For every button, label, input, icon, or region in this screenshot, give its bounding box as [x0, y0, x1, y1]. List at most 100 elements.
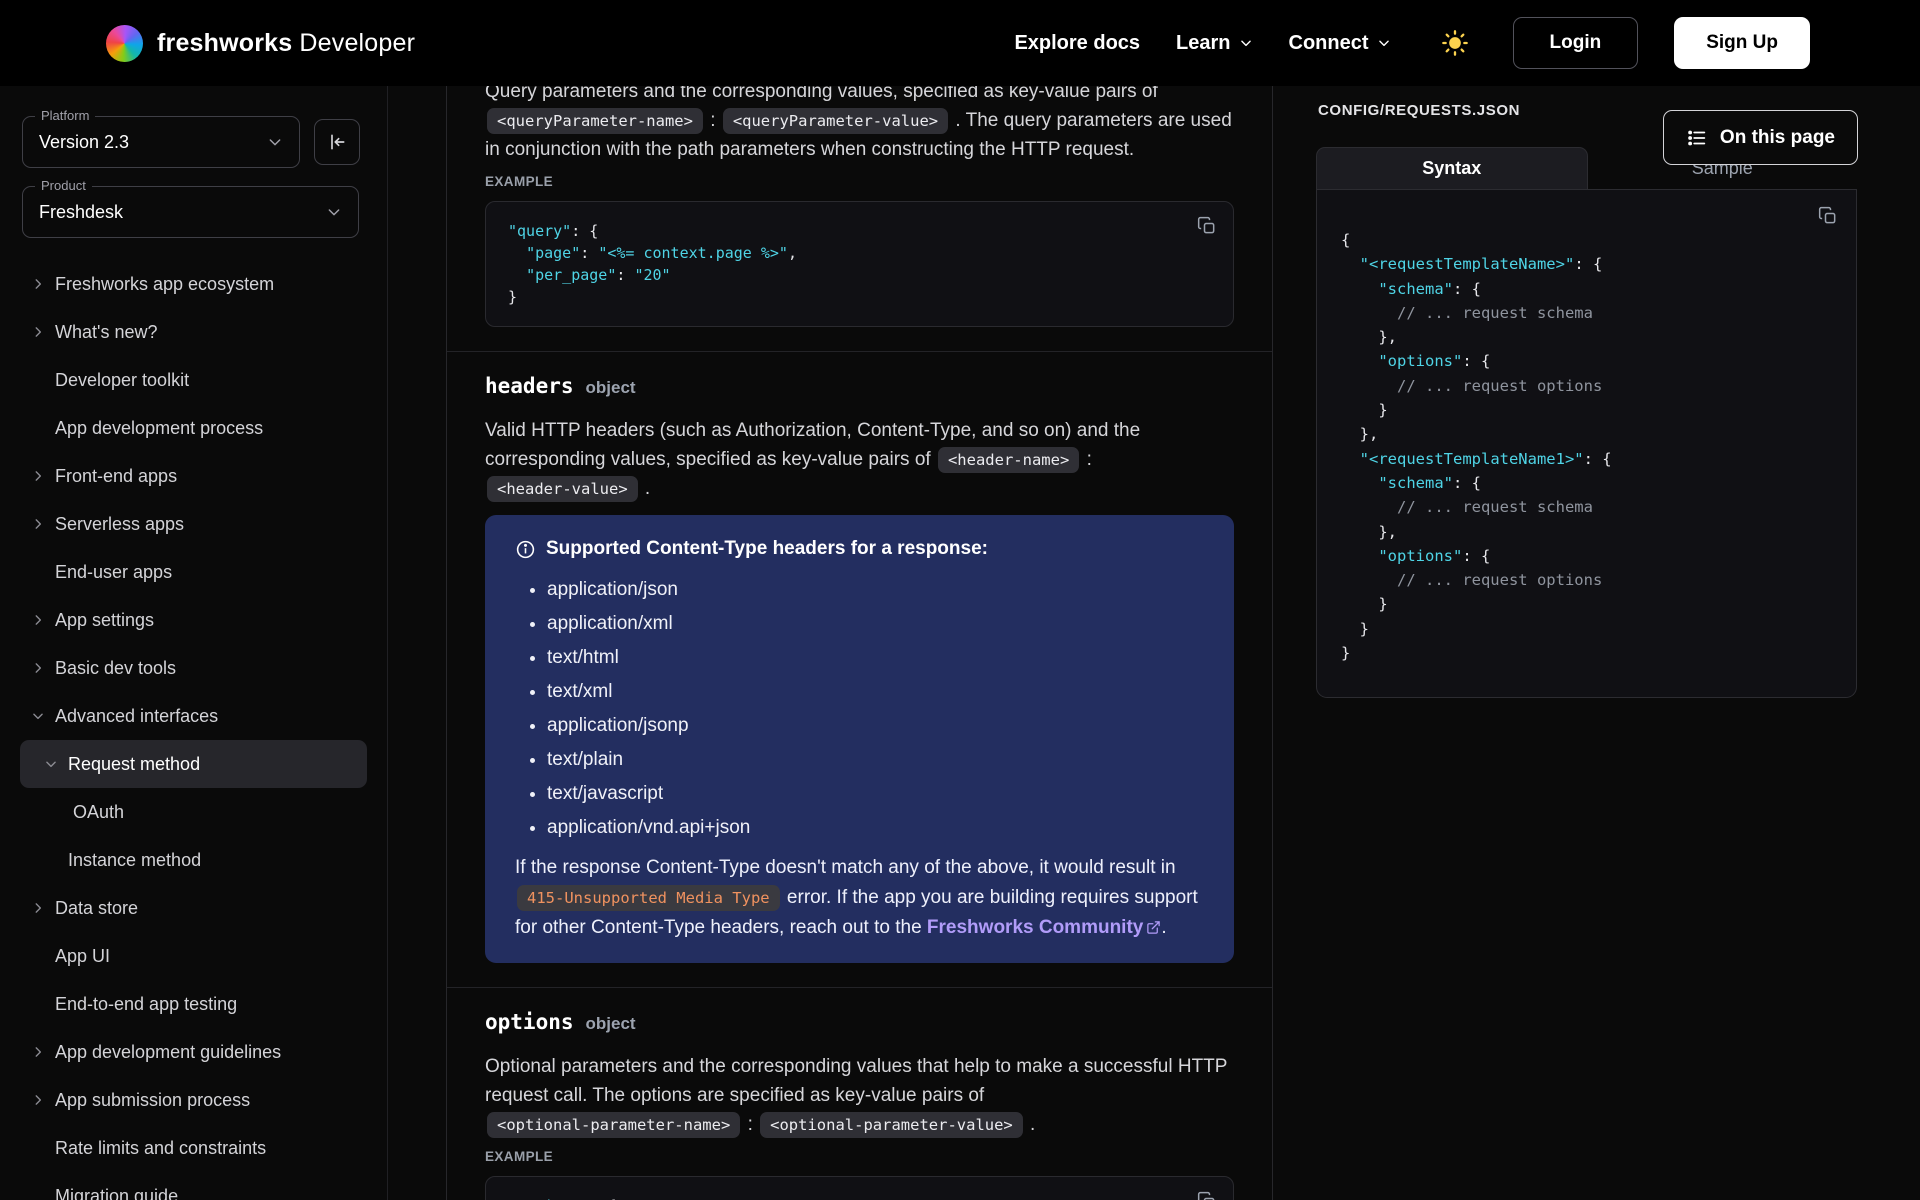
sidebar-item-basic-dev-tools[interactable]: Basic dev tools: [20, 644, 367, 692]
sidebar-item-end-to-end-app-testing[interactable]: End-to-end app testing: [20, 980, 367, 1028]
nav-connect[interactable]: Connect: [1289, 32, 1391, 55]
platform-label: Platform: [35, 108, 95, 123]
brand-text: freshworksDeveloper: [157, 29, 415, 58]
brand-name: freshworks: [157, 29, 292, 57]
chevron-down-icon: [1239, 36, 1253, 50]
sidebar-item-label: Developer toolkit: [55, 370, 189, 391]
tab-syntax[interactable]: Syntax: [1316, 147, 1588, 189]
sidebar-item-app-development-process[interactable]: App development process: [20, 404, 367, 452]
external-link-icon: [1146, 920, 1161, 935]
options-type: object: [586, 1014, 636, 1034]
error-code-chip: 415-Unsupported Media Type: [517, 885, 780, 911]
brand[interactable]: freshworksDeveloper: [106, 25, 415, 62]
sidebar-item-end-user-apps[interactable]: End-user apps: [20, 548, 367, 596]
sidebar-item-label: What's new?: [55, 322, 157, 343]
collapse-sidebar-icon: [327, 132, 347, 152]
chevron-down-icon: [31, 709, 55, 723]
signup-button[interactable]: Sign Up: [1674, 17, 1810, 69]
copy-icon: [1818, 206, 1838, 226]
navbar-links: Explore docs Learn Connect Login Sign Up: [1014, 17, 1810, 69]
sidebar-item-advanced-interfaces[interactable]: Advanced interfaces: [20, 692, 367, 740]
login-button[interactable]: Login: [1513, 17, 1639, 69]
sidebar-item-freshworks-app-ecosystem[interactable]: Freshworks app ecosystem: [20, 260, 367, 308]
chevron-right-icon: [31, 517, 55, 531]
sidebar-item-label: Advanced interfaces: [55, 706, 218, 727]
brand-suffix: Developer: [299, 29, 415, 57]
content-type-item: text/html: [547, 641, 1204, 675]
chevron-right-icon: [31, 661, 55, 675]
query-description: Query parameters and the corresponding v…: [485, 86, 1234, 164]
sidebar-item-rate-limits-and-constraints[interactable]: Rate limits and constraints: [20, 1124, 367, 1172]
on-this-page-button[interactable]: On this page: [1663, 110, 1858, 165]
headers-heading: headers: [485, 374, 574, 398]
query-section: Query parameters and the corresponding v…: [447, 86, 1272, 327]
nav-explore-docs[interactable]: Explore docs: [1014, 32, 1140, 55]
freshworks-logo-icon: [106, 25, 143, 62]
chevron-right-icon: [31, 325, 55, 339]
sidebar-item-app-settings[interactable]: App settings: [20, 596, 367, 644]
copy-icon: [1197, 1191, 1217, 1200]
main-content: Query parameters and the corresponding v…: [446, 86, 1273, 1200]
example-label: EXAMPLE: [485, 174, 1234, 189]
copy-button[interactable]: [1818, 206, 1838, 226]
sidebar-item-label: App submission process: [55, 1090, 250, 1111]
content-type-item: application/xml: [547, 607, 1204, 641]
sidebar-item-oauth[interactable]: OAuth: [20, 788, 367, 836]
sidebar-item-data-store[interactable]: Data store: [20, 884, 367, 932]
sidebar-item-label: Data store: [55, 898, 138, 919]
sidebar-item-serverless-apps[interactable]: Serverless apps: [20, 500, 367, 548]
sidebar: Platform Version 2.3 Product Freshdesk F…: [0, 86, 388, 1200]
sidebar-item-label: Rate limits and constraints: [55, 1138, 266, 1159]
content-type-item: text/plain: [547, 743, 1204, 777]
right-panel: CONFIG/REQUESTS.JSON On this page Syntax…: [1273, 86, 1920, 1200]
sidebar-item-label: Front-end apps: [55, 466, 177, 487]
sidebar-item-label: App development guidelines: [55, 1042, 281, 1063]
sidebar-item-what-s-new[interactable]: What's new?: [20, 308, 367, 356]
options-description: Optional parameters and the correspondin…: [485, 1052, 1234, 1139]
product-value: Freshdesk: [39, 202, 123, 223]
chevron-down-icon: [44, 757, 68, 771]
content-type-callout: Supported Content-Type headers for a res…: [485, 515, 1234, 963]
options-code-block: "options": { "retryDelay": 1000: [485, 1176, 1234, 1200]
inline-code-chip: <optional-parameter-name>: [487, 1112, 740, 1138]
sidebar-item-label: App UI: [55, 946, 110, 967]
theme-toggle-button[interactable]: [1441, 29, 1469, 57]
chevron-right-icon: [31, 277, 55, 291]
sidebar-item-request-method[interactable]: Request method: [20, 740, 367, 788]
sidebar-item-label: End-user apps: [55, 562, 172, 583]
left-gutter: [388, 86, 446, 1200]
nav-learn[interactable]: Learn: [1176, 32, 1252, 55]
sidebar-item-label: App development process: [55, 418, 263, 439]
top-navbar: freshworksDeveloper Explore docs Learn C…: [0, 0, 1920, 86]
sidebar-item-label: Basic dev tools: [55, 658, 176, 679]
example-label: EXAMPLE: [485, 1149, 1234, 1164]
chevron-right-icon: [31, 469, 55, 483]
sidebar-item-app-submission-process[interactable]: App submission process: [20, 1076, 367, 1124]
sidebar-item-label: Instance method: [68, 850, 201, 871]
sidebar-item-label: OAuth: [73, 802, 124, 823]
sidebar-nav: Freshworks app ecosystem What's new? Devel…: [0, 260, 387, 1200]
headers-description: Valid HTTP headers (such as Authorizatio…: [485, 416, 1234, 503]
sidebar-item-label: Freshworks app ecosystem: [55, 274, 274, 295]
sidebar-item-label: End-to-end app testing: [55, 994, 237, 1015]
sidebar-item-label: Serverless apps: [55, 514, 184, 535]
freshworks-community-link[interactable]: Freshworks Community: [927, 917, 1161, 938]
content-type-item: application/jsonp: [547, 709, 1204, 743]
callout-note: If the response Content-Type doesn't mat…: [515, 853, 1204, 943]
sidebar-item-app-ui[interactable]: App UI: [20, 932, 367, 980]
platform-value: Version 2.3: [39, 132, 129, 153]
sidebar-item-migration-guide[interactable]: Migration guide: [20, 1172, 367, 1200]
chevron-right-icon: [31, 1045, 55, 1059]
copy-button[interactable]: [1197, 1191, 1217, 1200]
sidebar-item-app-development-guidelines[interactable]: App development guidelines: [20, 1028, 367, 1076]
product-select[interactable]: Product Freshdesk: [22, 186, 359, 238]
copy-button[interactable]: [1197, 216, 1217, 236]
copy-icon: [1197, 216, 1217, 236]
syntax-code-block: { "<requestTemplateName>": { "schema": {…: [1316, 190, 1857, 698]
sidebar-item-developer-toolkit[interactable]: Developer toolkit: [20, 356, 367, 404]
sidebar-collapse-button[interactable]: [314, 119, 360, 165]
sidebar-item-instance-method[interactable]: Instance method: [20, 836, 367, 884]
platform-select[interactable]: Platform Version 2.3: [22, 116, 300, 168]
list-icon: [1686, 127, 1708, 149]
sidebar-item-front-end-apps[interactable]: Front-end apps: [20, 452, 367, 500]
